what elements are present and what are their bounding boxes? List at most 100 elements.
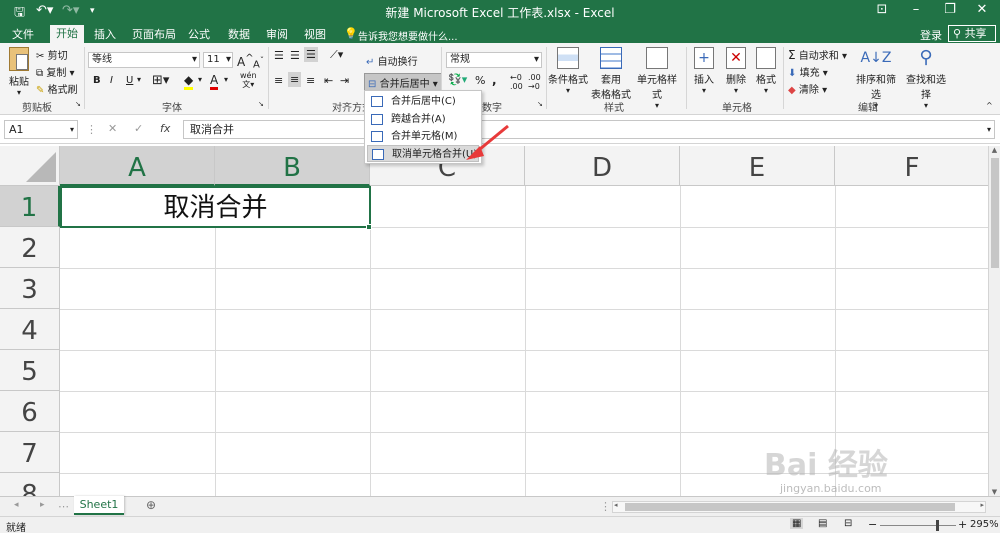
find-select-button[interactable]: ⚲ 查找和选择 ▾ — [902, 45, 950, 110]
fill-button[interactable]: ⬇ 填充 ▾ — [788, 64, 828, 79]
comma-button[interactable]: , — [492, 73, 497, 87]
column-header-a[interactable]: A — [60, 146, 215, 186]
orientation-icon[interactable]: ⟋▾ — [330, 48, 343, 62]
zoom-slider[interactable] — [880, 525, 956, 526]
decrease-indent-icon[interactable]: ⇤ — [324, 74, 333, 87]
column-header-f[interactable]: F — [835, 146, 988, 186]
increase-decimal-icon[interactable]: ←0.00 — [510, 73, 523, 91]
tab-home[interactable]: 开始 — [50, 25, 84, 43]
number-format-combo[interactable]: 常规 ▾ — [446, 52, 542, 68]
fill-color-icon[interactable]: ◆ — [184, 73, 194, 90]
normal-view-icon[interactable]: ▦ — [790, 518, 804, 529]
add-sheet-icon[interactable]: ⊕ — [146, 498, 156, 512]
tab-data[interactable]: 数据 — [222, 26, 256, 43]
tab-file[interactable]: 文件 — [6, 26, 40, 43]
row-header-8[interactable]: 8 — [0, 473, 60, 496]
column-header-e[interactable]: E — [680, 146, 835, 186]
formula-input[interactable]: 取消合并 ▾ — [183, 120, 995, 139]
number-launcher-icon[interactable]: ↘ — [537, 100, 543, 108]
row-header-3[interactable]: 3 — [0, 268, 60, 309]
format-painter-button[interactable]: ✎ 格式刷 — [36, 81, 78, 96]
select-all-button[interactable] — [0, 146, 60, 186]
format-as-table-button[interactable]: 套用 表格格式 — [590, 45, 632, 101]
row-header-1[interactable]: 1 — [0, 186, 60, 227]
wrap-text-button[interactable]: ↵ 自动换行 — [366, 53, 418, 68]
zoom-slider-thumb[interactable] — [936, 520, 939, 531]
delete-cells-button[interactable]: ✕ 删除 ▾ — [722, 45, 750, 95]
font-color-dropdown-icon[interactable]: ▾ — [224, 75, 228, 84]
enter-formula-icon[interactable]: ✓ — [134, 122, 143, 135]
shrink-font-button[interactable]: Aˇ — [253, 55, 264, 70]
font-launcher-icon[interactable]: ↘ — [258, 100, 264, 108]
copy-button[interactable]: ⧉ 复制 ▾ — [36, 64, 75, 79]
next-sheet-icon[interactable]: ▸ — [40, 500, 45, 510]
tab-review[interactable]: 审阅 — [260, 26, 294, 43]
align-center-icon[interactable]: ≡ — [288, 72, 302, 87]
align-top-icon[interactable]: ☰ — [274, 49, 284, 62]
underline-dropdown-icon[interactable]: ▾ — [137, 75, 141, 84]
borders-icon[interactable]: ⊞▾ — [152, 73, 169, 88]
align-right-icon[interactable]: ≡ — [306, 74, 315, 87]
name-box[interactable]: A1 ▾ — [4, 120, 78, 139]
font-color-icon[interactable]: A — [210, 73, 219, 90]
tab-formulas[interactable]: 公式 — [182, 26, 216, 43]
tell-me-box[interactable]: 告诉我您想要做什么... — [358, 28, 458, 43]
collapse-ribbon-icon[interactable]: ^ — [986, 101, 993, 110]
hscroll-divider-icon[interactable]: ⋮ — [600, 500, 611, 513]
column-header-b[interactable]: B — [215, 146, 370, 186]
align-left-icon[interactable]: ≡ — [274, 74, 283, 87]
percent-button[interactable]: % — [475, 74, 485, 87]
vertical-scrollbar[interactable]: ▲ ▼ — [988, 146, 1000, 496]
increase-indent-icon[interactable]: ⇥ — [340, 74, 349, 87]
share-button[interactable]: ⚲ 共享 — [948, 25, 996, 42]
cut-button[interactable]: ✂ 剪切 — [36, 47, 68, 62]
row-header-2[interactable]: 2 — [0, 227, 60, 268]
scroll-up-icon[interactable]: ▲ — [989, 146, 1000, 154]
page-break-view-icon[interactable]: ⊟ — [844, 518, 852, 529]
prev-sheet-icon[interactable]: ◂ — [14, 500, 19, 510]
currency-icon[interactable]: 💱▾ — [448, 73, 467, 86]
row-header-5[interactable]: 5 — [0, 350, 60, 391]
align-middle-icon[interactable]: ☰ — [290, 49, 300, 62]
tab-view[interactable]: 视图 — [298, 26, 332, 43]
bold-button[interactable]: B — [93, 75, 101, 86]
row-header-4[interactable]: 4 — [0, 309, 60, 350]
font-size-combo[interactable]: 11 ▾ — [203, 52, 233, 68]
scroll-right-icon[interactable]: ▸ — [980, 501, 984, 509]
scroll-down-icon[interactable]: ▼ — [989, 488, 1000, 496]
zoom-level[interactable]: 295% — [970, 519, 999, 530]
cell-a1-merged[interactable]: 取消合并 — [60, 186, 371, 228]
scroll-left-icon[interactable]: ◂ — [614, 501, 618, 509]
horizontal-scrollbar[interactable]: ◂ ▸ — [612, 501, 986, 513]
fill-handle[interactable] — [366, 224, 372, 230]
restore-icon[interactable]: ❐ — [936, 2, 964, 17]
autosum-button[interactable]: Σ 自动求和 ▾ — [788, 47, 847, 62]
zoom-out-icon[interactable]: − — [868, 518, 877, 531]
italic-button[interactable]: I — [110, 75, 113, 86]
zoom-in-icon[interactable]: + — [958, 518, 967, 531]
insert-function-icon[interactable]: fx — [160, 122, 170, 135]
phonetic-button[interactable]: wén 文▾ — [240, 71, 257, 89]
decrease-decimal-icon[interactable]: .00 →0 — [528, 73, 541, 91]
close-icon[interactable]: ✕ — [968, 2, 996, 17]
signin-link[interactable]: 登录 — [920, 27, 942, 43]
clear-button[interactable]: ◆ 清除 ▾ — [788, 81, 827, 96]
conditional-format-button[interactable]: 条件格式 ▾ — [548, 45, 588, 95]
row-header-7[interactable]: 7 — [0, 432, 60, 473]
scroll-thumb[interactable] — [991, 158, 999, 268]
ribbon-display-options-icon[interactable]: ⊡ — [868, 2, 896, 17]
hscroll-thumb[interactable] — [625, 503, 955, 511]
format-cells-button[interactable]: 格式 ▾ — [752, 45, 780, 95]
tab-insert[interactable]: 插入 — [88, 26, 122, 43]
tab-page-layout[interactable]: 页面布局 — [126, 26, 182, 43]
minimize-icon[interactable]: – — [902, 2, 930, 17]
grow-font-button[interactable]: A^ — [237, 53, 254, 69]
cell-styles-button[interactable]: 单元格样式 ▾ — [634, 45, 680, 110]
cancel-formula-icon[interactable]: ✕ — [108, 122, 117, 135]
row-header-6[interactable]: 6 — [0, 391, 60, 432]
column-header-d[interactable]: D — [525, 146, 680, 186]
insert-cells-button[interactable]: + 插入 ▾ — [690, 45, 718, 95]
font-name-combo[interactable]: 等线 ▾ — [88, 52, 200, 68]
align-bottom-icon[interactable]: ☰ — [304, 47, 318, 62]
page-layout-view-icon[interactable]: ▤ — [818, 518, 827, 529]
